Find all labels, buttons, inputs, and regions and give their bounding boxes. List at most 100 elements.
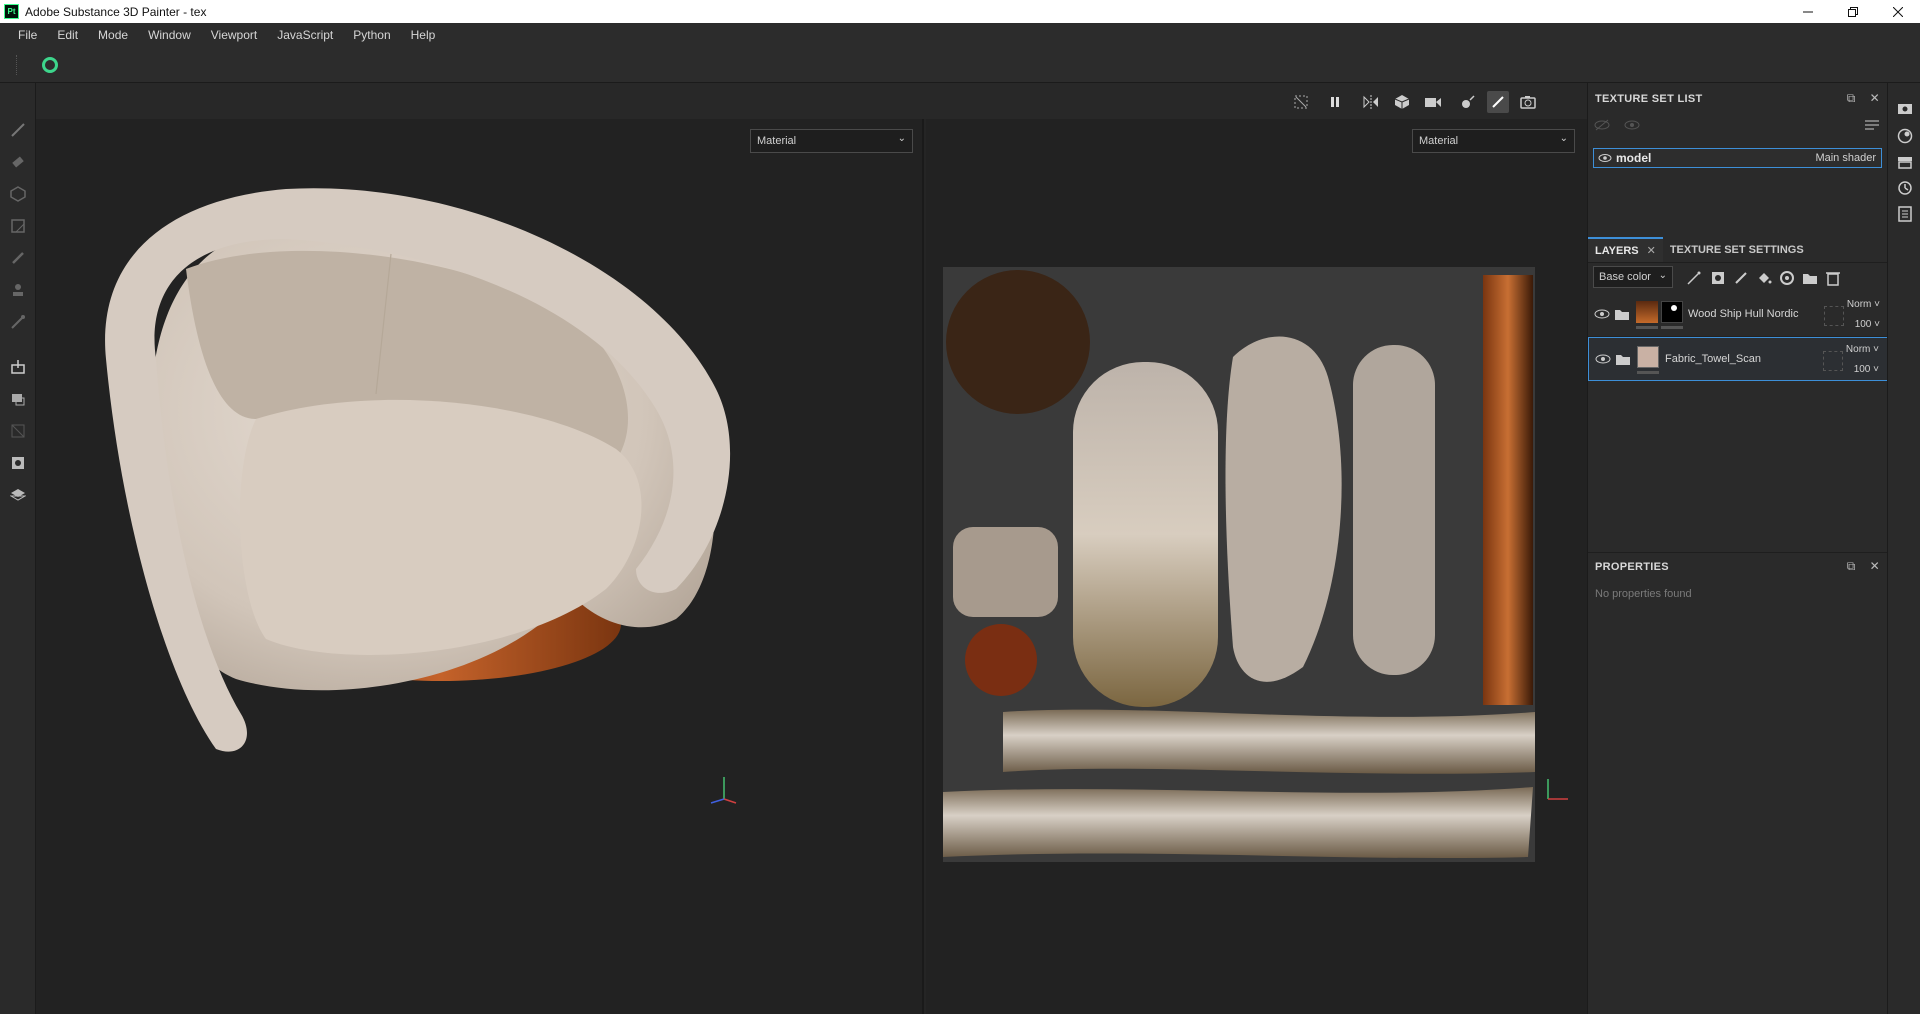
right-panel-column: TEXTURE SET LIST ⧉ ✕ model Main shader L… xyxy=(1587,83,1888,1014)
texture-set-name: model xyxy=(1616,151,1652,165)
add-mask-icon[interactable] xyxy=(1709,269,1727,287)
screenshot-off-icon[interactable] xyxy=(1290,91,1312,113)
blend-mode-select[interactable]: Norm ˅ xyxy=(1847,299,1880,310)
menu-bar: File Edit Mode Window Viewport JavaScrip… xyxy=(0,23,1920,47)
menu-edit[interactable]: Edit xyxy=(47,23,88,47)
log-icon[interactable] xyxy=(1896,205,1914,223)
pause-icon[interactable] xyxy=(1324,91,1346,113)
folder-icon xyxy=(1616,355,1630,365)
texture-set-menu-icon[interactable] xyxy=(1865,119,1879,134)
app-logo: Pt xyxy=(4,4,19,19)
chevron-down-icon: ⌄ xyxy=(1658,270,1667,281)
layer-thumb-underbar xyxy=(1636,326,1658,329)
eye-icon[interactable] xyxy=(1624,119,1640,131)
layer-name[interactable]: Wood Ship Hull Nordic xyxy=(1688,308,1798,320)
add-paint-layer-icon[interactable] xyxy=(1732,269,1750,287)
close-button[interactable] xyxy=(1875,0,1920,23)
close-icon xyxy=(1892,6,1903,17)
window-title: Adobe Substance 3D Painter - tex xyxy=(25,4,207,19)
properties-header: PROPERTIES ⧉ ✕ xyxy=(1588,552,1888,580)
eye-icon[interactable] xyxy=(1594,306,1610,322)
context-toolbar xyxy=(0,47,1920,83)
texture-set-item[interactable]: model Main shader xyxy=(1593,148,1882,168)
layer-row[interactable]: Wood Ship Hull Nordic Norm ˅ 100 ˅ xyxy=(1588,293,1888,337)
hide-all-icon[interactable] xyxy=(1594,119,1610,131)
float-panel-icon[interactable]: ⧉ xyxy=(1847,559,1856,574)
menu-viewport[interactable]: Viewport xyxy=(201,23,267,47)
environment-icon[interactable] xyxy=(1896,127,1914,145)
texture-set-list-header: TEXTURE SET LIST ⧉ ✕ xyxy=(1595,91,1880,106)
texture-set-shader[interactable]: Main shader xyxy=(1815,152,1876,164)
uv-axis-gizmo-icon xyxy=(1547,779,1568,800)
layer-thumbnail xyxy=(1637,346,1659,368)
menu-help[interactable]: Help xyxy=(401,23,446,47)
float-panel-icon[interactable]: ⧉ xyxy=(1847,91,1856,106)
add-fill-layer-icon[interactable] xyxy=(1755,269,1773,287)
properties-empty-text: No properties found xyxy=(1595,588,1692,600)
armchair-model-render xyxy=(105,188,731,752)
chevron-down-icon: ⌄ xyxy=(1559,133,1568,144)
menu-window[interactable]: Window xyxy=(138,23,201,47)
window-controls xyxy=(1785,0,1920,23)
layer-blend-preview xyxy=(1823,351,1843,371)
color-picker-icon[interactable] xyxy=(9,313,27,331)
blend-mode-select[interactable]: Norm ˅ xyxy=(1846,344,1879,355)
axis-gizmo-icon xyxy=(710,777,737,804)
geometry-mask-icon[interactable] xyxy=(9,217,27,235)
folder-icon xyxy=(1615,310,1629,320)
uv-tile-icon[interactable] xyxy=(9,486,27,504)
restore-icon xyxy=(1847,6,1858,17)
close-panel-icon[interactable]: ✕ xyxy=(1870,91,1880,106)
paint-mode-icon[interactable] xyxy=(1487,91,1509,113)
display-settings-icon[interactable] xyxy=(1896,101,1914,119)
menu-file[interactable]: File xyxy=(8,23,47,47)
eye-icon[interactable] xyxy=(1595,351,1611,367)
toolbar-grip[interactable] xyxy=(16,55,18,75)
delete-layer-icon[interactable] xyxy=(1824,269,1842,287)
camera-projection-icon[interactable] xyxy=(1391,91,1413,113)
add-smart-material-icon[interactable] xyxy=(1778,269,1796,287)
dock-strip xyxy=(1887,83,1920,1014)
fill-projection-icon[interactable] xyxy=(9,390,27,408)
eraser-icon[interactable] xyxy=(9,153,27,171)
opacity-value[interactable]: 100 ˅ xyxy=(1854,364,1879,375)
add-folder-icon[interactable] xyxy=(1801,269,1819,287)
symmetry-icon[interactable] xyxy=(1360,91,1382,113)
menu-javascript[interactable]: JavaScript xyxy=(267,23,343,47)
tab-texture-set-settings[interactable]: TEXTURE SET SETTINGS xyxy=(1663,237,1811,262)
viewport-3d[interactable]: Material ⌄ xyxy=(36,119,924,1014)
camera-icon[interactable] xyxy=(1422,91,1444,113)
menu-mode[interactable]: Mode xyxy=(88,23,138,47)
tab-layers[interactable]: LAYERS ✕ xyxy=(1588,237,1663,262)
viewport-2d-mode-select[interactable]: Material ⌄ xyxy=(1412,129,1575,153)
mesh-map-icon[interactable] xyxy=(9,454,27,472)
close-panel-icon[interactable]: ✕ xyxy=(1870,559,1880,574)
texture-set-toolbar xyxy=(1594,119,1640,131)
layer-mask-thumbnail[interactable] xyxy=(1661,301,1683,323)
shelf-icon[interactable] xyxy=(1896,153,1914,171)
polygon-fill-icon[interactable] xyxy=(9,422,27,440)
add-effect-icon[interactable] xyxy=(1685,269,1703,287)
close-icon[interactable]: ✕ xyxy=(1647,244,1656,257)
bake-export-icon[interactable] xyxy=(9,358,27,376)
minimize-button[interactable] xyxy=(1785,0,1830,23)
viewport-2d[interactable]: Material ⌄ xyxy=(926,119,1587,1014)
layer-row[interactable]: Fabric_Towel_Scan Norm ˅ 100 ˅ xyxy=(1588,337,1888,381)
camera-capture-icon[interactable] xyxy=(1517,91,1539,113)
status-ring-icon xyxy=(42,57,58,73)
menu-python[interactable]: Python xyxy=(343,23,400,47)
layer-name[interactable]: Fabric_Towel_Scan xyxy=(1665,353,1761,365)
uv-islands xyxy=(943,270,1535,859)
restore-button[interactable] xyxy=(1830,0,1875,23)
channel-select[interactable]: Base color ⌄ xyxy=(1593,266,1673,288)
paint-brush-icon[interactable] xyxy=(9,121,27,139)
opacity-value[interactable]: 100 ˅ xyxy=(1855,319,1880,330)
history-icon[interactable] xyxy=(1896,179,1914,197)
layer-thumb-underbar xyxy=(1637,371,1659,374)
clone-stamp-icon[interactable] xyxy=(9,281,27,299)
eye-icon[interactable] xyxy=(1598,153,1612,163)
smudge-icon[interactable] xyxy=(9,249,27,267)
bake-light-icon[interactable] xyxy=(1457,91,1479,113)
projection-icon[interactable] xyxy=(9,185,27,203)
layers-toolbar: Base color ⌄ xyxy=(1588,263,1888,293)
